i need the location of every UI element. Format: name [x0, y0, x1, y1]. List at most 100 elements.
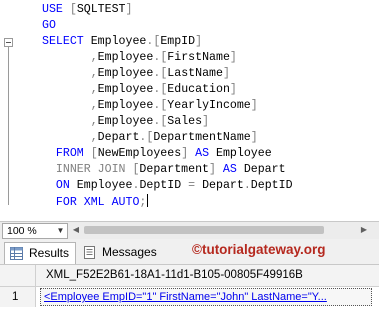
sql-identifier: Depart [97, 131, 140, 144]
sql-punctuation: ] [222, 67, 230, 80]
sql-identifier [42, 115, 91, 128]
sql-identifier: NewEmployees [97, 147, 182, 160]
sql-identifier: Employee [97, 51, 154, 64]
code-line[interactable]: ,Employee.[FirstName] [42, 50, 237, 66]
scroll-right-icon[interactable]: ▶ [358, 224, 370, 236]
column-header[interactable]: XML_F52E2B61-18A1-11d1-B105-00805F49916B [36, 265, 379, 287]
sql-identifier: LastName [167, 67, 223, 80]
horizontal-scrollbar[interactable]: ◀ ▶ [70, 224, 370, 236]
sql-identifier: Employee [97, 83, 154, 96]
chevron-down-icon[interactable]: ▼ [54, 224, 67, 238]
code-line[interactable]: ON Employee.DeptID = Depart.DeptID [42, 178, 293, 194]
code-line[interactable]: USE [SQLTEST] [42, 2, 132, 18]
sql-identifier: DeptID [139, 179, 189, 192]
sql-identifier [42, 83, 91, 96]
sql-identifier: Employee [97, 67, 154, 80]
sql-identifier: Employee [90, 35, 147, 48]
code-line[interactable]: ,Employee.[Education] [42, 82, 237, 98]
sql-identifier: YearlyIncome [167, 99, 251, 112]
sql-punctuation: , [90, 67, 98, 80]
sql-keyword: USE [42, 3, 70, 16]
sql-punctuation: ] [195, 35, 203, 48]
watermark: ©tutorialgateway.org [192, 242, 326, 257]
sql-identifier: FirstName [167, 51, 230, 64]
sql-punctuation: , [90, 131, 98, 144]
outline-guide [8, 47, 9, 205]
sql-identifier [42, 131, 91, 144]
sql-keyword: ON [55, 179, 77, 192]
sql-punctuation: [ [90, 147, 98, 160]
sql-punctuation: . [243, 179, 251, 192]
sql-punctuation: ] [125, 3, 133, 16]
sql-punctuation: , [90, 51, 98, 64]
text-caret [147, 194, 149, 207]
sql-punctuation: , [90, 99, 98, 112]
sql-identifier: DeptID [250, 179, 293, 192]
tab-messages-label: Messages [102, 245, 157, 259]
sql-identifier: Depart [243, 163, 286, 176]
code-line[interactable]: ,Depart.[DepartmentName] [42, 130, 258, 146]
sql-keyword: SELECT [42, 35, 91, 48]
sql-keyword: INNER JOIN [55, 163, 133, 176]
sql-punctuation: ] [250, 131, 258, 144]
sql-identifier: Education [167, 83, 230, 96]
code-line[interactable]: GO [42, 18, 56, 34]
sql-identifier: Employee [216, 147, 272, 160]
code-line[interactable]: ,Employee.[YearlyIncome] [42, 98, 258, 114]
scroll-thumb[interactable] [84, 226, 324, 234]
sql-identifier [42, 179, 56, 192]
column-header-label: XML_F52E2B61-18A1-11d1-B105-00805F49916B [46, 269, 303, 281]
code-line[interactable]: SELECT Employee.[EmpID] [42, 34, 202, 50]
results-grid: XML_F52E2B61-18A1-11d1-B105-00805F49916B… [0, 265, 379, 309]
sql-identifier [42, 147, 56, 160]
sql-identifier [42, 196, 56, 209]
grid-icon [10, 247, 23, 260]
tab-results[interactable]: Results [4, 242, 76, 264]
tab-messages[interactable]: Messages [78, 242, 160, 263]
sql-identifier [42, 67, 91, 80]
tab-results-label: Results [29, 246, 70, 260]
code-line[interactable]: ,Employee.[Sales] [42, 114, 209, 130]
sql-identifier: Employee [76, 179, 133, 192]
sql-punctuation: ] [250, 99, 258, 112]
editor-status-bar: 100 % ▼ ◀ ▶ [0, 221, 379, 240]
sql-identifier: EmpID [160, 35, 196, 48]
sql-punctuation: ] [209, 163, 216, 176]
sql-identifier: Sales [167, 115, 203, 128]
sql-keyword: FOR XML AUTO [55, 196, 140, 209]
sql-identifier: SQLTEST [76, 3, 126, 16]
sql-editor[interactable]: USE [SQLTEST] GO SELECT Employee.[EmpID] ,… [0, 0, 379, 220]
sql-keyword: AS [188, 147, 216, 160]
xml-result-link[interactable]: <Employee EmpID="1" FirstName="John" Las… [44, 287, 327, 307]
sql-punctuation: ] [229, 51, 237, 64]
sql-punctuation: , [90, 83, 98, 96]
sql-keyword: GO [42, 19, 56, 32]
code-line[interactable]: FROM [NewEmployees] AS Employee [42, 146, 272, 162]
grid-corner[interactable] [0, 265, 36, 287]
sql-identifier: Employee [97, 99, 154, 112]
results-tabbar: Results Messages ©tutorialgateway.org [0, 239, 379, 265]
sql-punctuation: , [90, 115, 98, 128]
sql-punctuation: [ [69, 3, 77, 16]
code-line[interactable]: INNER JOIN [Department] AS Depart [42, 162, 286, 178]
messages-icon [84, 246, 95, 259]
sql-identifier: Department [139, 163, 209, 176]
sql-identifier [42, 99, 91, 112]
sql-keyword: FROM [55, 147, 91, 160]
code-line[interactable]: ,Employee.[LastName] [42, 66, 230, 82]
sql-identifier: Employee [97, 115, 154, 128]
collapse-toggle[interactable] [4, 38, 13, 47]
sql-punctuation: ] [229, 83, 237, 96]
sql-identifier: DepartmentName [153, 131, 251, 144]
code-line[interactable]: FOR XML AUTO; [42, 194, 149, 210]
sql-identifier: Depart [195, 179, 244, 192]
zoom-value: 100 % [7, 225, 37, 237]
sql-punctuation: ; [139, 196, 147, 209]
zoom-select[interactable]: 100 % ▼ [2, 223, 68, 239]
table-cell[interactable]: <Employee EmpID="1" FirstName="John" Las… [36, 287, 379, 307]
sql-identifier [42, 163, 56, 176]
scroll-left-icon[interactable]: ◀ [70, 224, 82, 236]
row-number: 1 [12, 291, 19, 303]
row-header[interactable]: 1 [0, 287, 36, 307]
sql-identifier [42, 51, 91, 64]
